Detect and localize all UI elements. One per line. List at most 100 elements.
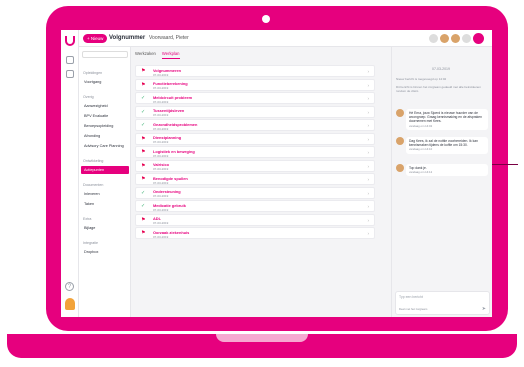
message-input[interactable]: Typ een bericht — [399, 295, 423, 299]
check-icon: ✓ — [141, 203, 146, 209]
share-team-checkbox[interactable]: Deel met het zorgteam — [399, 307, 427, 311]
avatar[interactable] — [65, 298, 75, 310]
chat-message: Dag Kees, ik zal de notitie voorbereiden… — [406, 137, 488, 154]
message-time: vandaag om 14:02 — [409, 123, 433, 128]
sidebar-item[interactable]: Bijlage — [81, 224, 129, 232]
item-date: 07-03-2019 — [153, 194, 169, 198]
list-item[interactable]: ⚑ Valrisico 07-03-2019 › — [135, 159, 375, 172]
message-text: Dag Kees, ik zal de notitie voorbereiden… — [409, 139, 478, 148]
system-message: Dit bericht is binnen het zorgteam gedee… — [396, 85, 481, 93]
icon-rail: ? — [61, 30, 79, 317]
tab-bar: Werkzaken Werkplan — [135, 51, 180, 59]
nav-section-heading: Extra — [83, 217, 92, 221]
item-date: 07-03-2019 — [153, 126, 169, 131]
item-date: 07-03-2019 — [153, 180, 169, 185]
new-button[interactable]: + Nieuw — [83, 34, 108, 43]
list-item[interactable]: ✓ Tussentijdsleven 07-03-2019 › — [135, 105, 375, 118]
list-item[interactable]: ⚑ Logistiek en beweging 07-03-2019 › — [135, 146, 375, 158]
item-date: 07-03-2019 — [153, 72, 169, 77]
item-date: 07-03-2019 — [153, 140, 169, 144]
sidebar-item[interactable]: BPV Evaluatie — [81, 112, 129, 120]
app-screen: ? + Nieuw Volgnummer Voorwaard, Pieter O… — [61, 30, 492, 317]
sidebar-item[interactable]: Inleveren — [81, 190, 129, 198]
avatar[interactable] — [440, 34, 449, 43]
nav-section-heading: Documenten — [83, 183, 104, 187]
main-panel: Werkzaken Werkplan ⚑ Volgnummeren 07-03-201… — [131, 47, 381, 317]
sidebar-item[interactable]: Voortgang — [81, 78, 129, 86]
tab[interactable]: Werkplan — [161, 51, 180, 59]
flag-icon: ⚑ — [141, 162, 146, 169]
chevron-right-icon: › — [367, 96, 370, 101]
flag-icon: ⚑ — [141, 135, 146, 142]
sidebar-item[interactable]: Advisory Care Planning — [81, 142, 129, 150]
add-member-icon[interactable] — [462, 34, 471, 43]
logo-icon[interactable] — [65, 36, 75, 46]
sender-avatar — [396, 164, 404, 172]
laptop-notch — [216, 334, 308, 342]
chat-message: Top dank je. vandaag om 14:12 — [406, 164, 488, 177]
check-icon: ✓ — [141, 95, 146, 101]
list-item[interactable]: ⚑ Oorzaak ziekenhuis 07-03-2019 › — [135, 227, 375, 239]
sender-avatar — [396, 137, 404, 145]
tab[interactable]: Werkzaken — [135, 51, 156, 59]
list-item[interactable]: ⚑ ADL 07-03-2019 › — [135, 213, 375, 226]
chevron-right-icon: › — [367, 150, 370, 155]
sidebar-item[interactable]: Dropbox — [81, 248, 129, 256]
list-item[interactable]: ✓ Ondersteuning 07-03-2019 › — [135, 186, 375, 199]
list-item[interactable]: ⚑ Volgnummeren 07-03-2019 › — [135, 65, 375, 77]
avatar[interactable] — [451, 34, 460, 43]
send-icon[interactable]: ➤ — [482, 306, 486, 312]
chevron-right-icon: › — [367, 163, 370, 169]
sidebar-item[interactable]: Aanwezigheid — [81, 102, 129, 110]
list-item[interactable]: ⚑ Functieberekening 07-03-2019 › — [135, 78, 375, 91]
team-select[interactable] — [82, 51, 128, 58]
flag-icon: ⚑ — [141, 230, 146, 236]
message-composer[interactable]: Typ een bericht Deel met het zorgteam ➤ — [395, 291, 490, 315]
chevron-right-icon: › — [367, 82, 370, 88]
list-item[interactable]: ⚑ Dienstplanning 07-03-2019 › — [135, 132, 375, 145]
user-avatar[interactable] — [473, 33, 484, 44]
chevron-right-icon: › — [367, 217, 370, 223]
nav-section-heading: Opleidingen — [83, 71, 103, 75]
check-icon: ✓ — [141, 122, 146, 128]
item-date: 07-03-2019 — [153, 86, 169, 90]
list-item[interactable]: ✓ Meldcircuit probleem 07-03-2019 › — [135, 92, 375, 104]
list-item[interactable]: ⚑ Benodigde spullen 07-03-2019 › — [135, 173, 375, 185]
message-time: vandaag om 14:10 — [409, 147, 433, 152]
item-date: 07-03-2019 — [153, 99, 169, 104]
flag-icon: ⚑ — [141, 216, 146, 223]
sidebar-item[interactable]: Afronding — [81, 132, 129, 140]
laptop-scene: ? + Nieuw Volgnummer Voorwaard, Pieter O… — [0, 0, 524, 367]
webcam — [262, 15, 270, 23]
check-icon: ✓ — [141, 108, 146, 115]
chat-icon[interactable] — [66, 70, 74, 78]
sidebar-item[interactable]: Actiepunten — [81, 166, 129, 174]
sidebar-item[interactable]: Beroepsopleiding — [81, 122, 129, 130]
dashboard-icon[interactable] — [66, 56, 74, 64]
list-item[interactable]: ✓ Medicatie gebruik 07-03-2019 › — [135, 200, 375, 212]
item-date: 07-03-2019 — [153, 167, 169, 171]
item-date: 07-03-2019 — [153, 153, 169, 158]
sidebar-item[interactable]: Taken — [81, 200, 129, 208]
chevron-right-icon: › — [367, 69, 370, 74]
sidebar-nav: Opleidingen Voortgang Overig Aanwezigheid BP… — [79, 47, 131, 317]
list-item[interactable]: ✓ Gezondheidsproblemen 07-03-2019 › — [135, 119, 375, 131]
item-date: 07-03-2019 — [153, 221, 169, 225]
chevron-right-icon: › — [367, 204, 370, 209]
chevron-right-icon: › — [367, 109, 370, 115]
flag-icon: ⚑ — [141, 176, 146, 182]
chevron-right-icon: › — [367, 177, 370, 182]
message-text: Hé Erna, jouw Sjoerd is nieuwe huurder v… — [409, 111, 482, 124]
flag-icon: ⚑ — [141, 81, 146, 88]
chevron-right-icon: › — [367, 136, 370, 142]
message-time: vandaag om 14:12 — [409, 170, 433, 175]
check-icon: ✓ — [141, 189, 146, 196]
chat-message: Hé Erna, jouw Sjoerd is nieuwe huurder v… — [406, 109, 488, 130]
nav-section-heading: Overig — [83, 95, 94, 99]
top-bar: + Nieuw Volgnummer Voorwaard, Pieter — [79, 30, 492, 47]
chevron-right-icon: › — [367, 123, 370, 128]
system-message: Nieuw bericht is toegevoegd op 14:02 — [396, 77, 447, 81]
notification-icon[interactable] — [429, 34, 438, 43]
chevron-right-icon: › — [367, 190, 370, 196]
help-icon[interactable]: ? — [65, 282, 74, 291]
